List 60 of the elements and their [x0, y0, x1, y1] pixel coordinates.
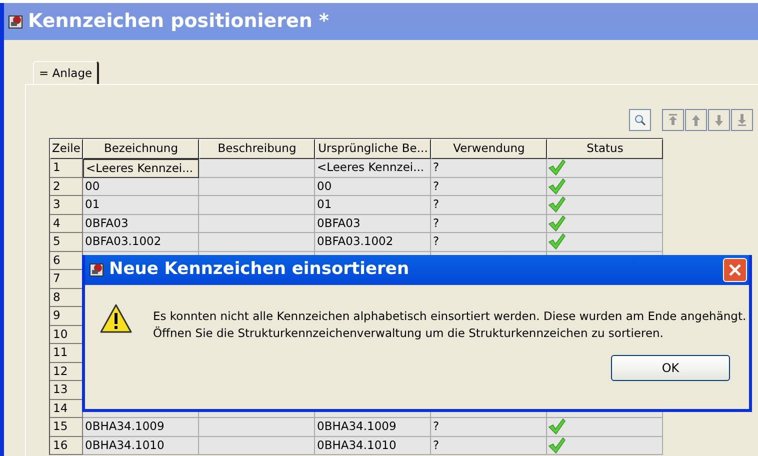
- row-number: 2: [50, 178, 83, 196]
- table-cell: 0BFA03.1002: [83, 233, 199, 252]
- table-cell: ?: [431, 214, 547, 233]
- window-title: Kennzeichen positionieren *: [28, 9, 329, 34]
- row-number: 1: [50, 159, 83, 178]
- table-cell: 00: [315, 178, 431, 196]
- table-cell: 0BFA03.1002: [315, 233, 431, 252]
- ok-button[interactable]: OK: [611, 355, 730, 381]
- column-header[interactable]: Beschreibung: [199, 139, 315, 159]
- table-cell: 0BHA34.1010: [315, 436, 431, 455]
- row-number: 5: [50, 233, 83, 252]
- row-number: 4: [50, 214, 83, 233]
- row-number: 6: [50, 252, 83, 270]
- table-cell: 0BHA34.1010: [83, 436, 199, 455]
- row-number: 12: [50, 362, 83, 381]
- table-cell: 00: [83, 178, 199, 196]
- table-cell: ?: [431, 159, 547, 178]
- table-cell: 0BFA03: [315, 214, 431, 233]
- row-number: 10: [50, 326, 83, 344]
- close-button[interactable]: [723, 258, 747, 282]
- row-number: 8: [50, 288, 83, 307]
- row-number: 16: [50, 436, 83, 455]
- table-cell: 0BHA34.1009: [315, 418, 431, 436]
- table-cell: 0BFA03: [83, 214, 199, 233]
- column-header[interactable]: Zeile: [50, 139, 83, 159]
- column-header[interactable]: Status: [547, 139, 663, 159]
- table-cell: 01: [83, 196, 199, 214]
- row-number: 3: [50, 196, 83, 214]
- arrow-down-icon: [714, 114, 724, 126]
- table-cell: ?: [431, 436, 547, 455]
- table-cell: 01: [315, 196, 431, 214]
- row-number: 15: [50, 418, 83, 436]
- table-cell: ?: [431, 233, 547, 252]
- message-text: Öffnen Sie die Strukturkennzeichenverwaltung um die Strukturkennzeichen zu sortieren.: [153, 325, 664, 342]
- column-header[interactable]: Bezeichnung: [83, 139, 199, 159]
- table-cell: ?: [431, 418, 547, 436]
- tab[interactable]: = Anlage: [33, 61, 100, 85]
- move-down-button[interactable]: [708, 109, 730, 131]
- table-cell: 0BHA34.1009: [83, 418, 199, 436]
- move-top-button[interactable]: [662, 109, 684, 131]
- row-number: 14: [50, 400, 83, 418]
- column-header[interactable]: Verwendung: [431, 139, 547, 159]
- table-cell: ?: [431, 178, 547, 196]
- message-text: Es konnten nicht alle Kennzeichen alphabetisch einsortiert werden. Diese wurden am Ende angehängt.: [153, 308, 746, 325]
- warning-icon: [100, 304, 132, 334]
- column-header[interactable]: Ursprüngliche Be...: [315, 139, 431, 159]
- table-cell: ?: [431, 196, 547, 214]
- arrow-to-top-icon: [668, 114, 678, 126]
- table-cell: <Leeres Kennzei...: [315, 159, 431, 178]
- search-button[interactable]: [629, 109, 651, 131]
- app-icon: [89, 262, 105, 278]
- move-up-button[interactable]: [685, 109, 707, 131]
- app-icon: [8, 14, 24, 30]
- search-icon: [634, 114, 646, 126]
- move-bottom-button[interactable]: [731, 109, 753, 131]
- arrow-to-bottom-icon: [737, 114, 747, 126]
- table-cell: <Leeres Kennzei...: [83, 159, 199, 178]
- dialog-title: Neue Kennzeichen einsortieren: [109, 258, 410, 282]
- arrow-up-icon: [691, 114, 701, 126]
- close-icon: [729, 264, 741, 276]
